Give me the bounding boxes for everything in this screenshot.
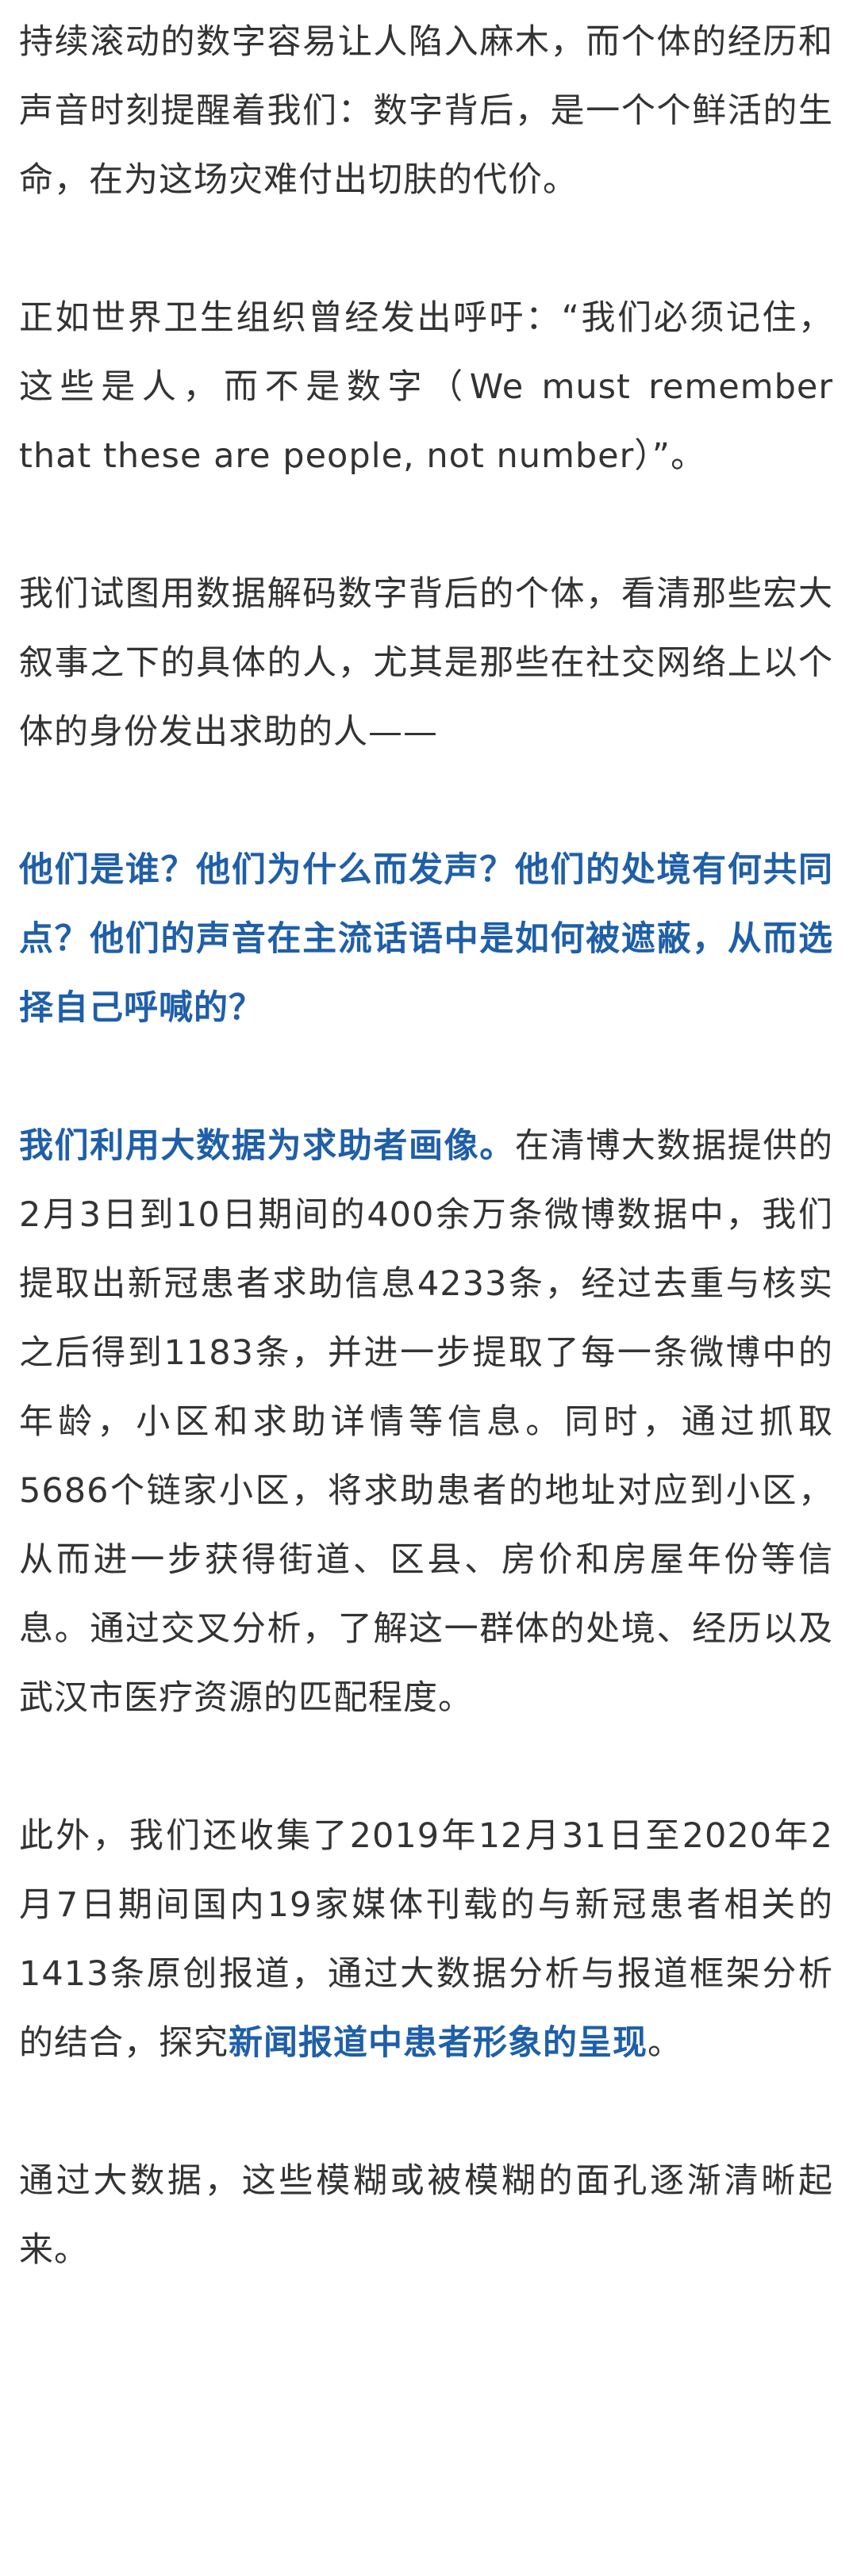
paragraph-5-highlight: 我们利用大数据为求助者画像。 [19, 1126, 515, 1166]
paragraph-6-highlight: 新闻报道中患者形象的呈现 [229, 2023, 648, 2063]
article-body: 持续滚动的数字容易让人陷入麻木，而个体的经历和声音时刻提醒着我们：数字背后，是一… [0, 0, 857, 2285]
paragraph-5-text: 在清博大数据提供的2月3日到10日期间的400余万条微博数据中，我们提取出新冠患… [19, 1126, 834, 1718]
paragraph-4-highlight: 他们是谁？他们为什么而发声？他们的处境有何共同点？他们的声音在主流话语中是如何被… [19, 850, 833, 1028]
paragraph-3: 我们试图用数据解码数字背后的个体，看清那些宏大叙事之下的具体的人，尤其是那些在社… [19, 574, 833, 752]
paragraph-6-end: 。 [648, 2023, 682, 2063]
paragraph-5: 我们利用大数据为求助者画像。在清博大数据提供的2月3日到10日期间的400余万条… [19, 1112, 833, 1733]
paragraph-2: 正如世界卫生组织曾经发出呼吁：“我们必须记住，这些是人，而不是数字（We mus… [19, 298, 833, 476]
paragraph-7: 通过大数据，这些模糊或被模糊的面孔逐渐清晰起来。 [19, 2161, 833, 2270]
paragraph-6: 此外，我们还收集了2019年12月31日至2020年2月7日期间国内19家媒体刊… [19, 1802, 833, 2078]
paragraph-1: 持续滚动的数字容易让人陷入麻木，而个体的经历和声音时刻提醒着我们：数字背后，是一… [19, 22, 833, 200]
